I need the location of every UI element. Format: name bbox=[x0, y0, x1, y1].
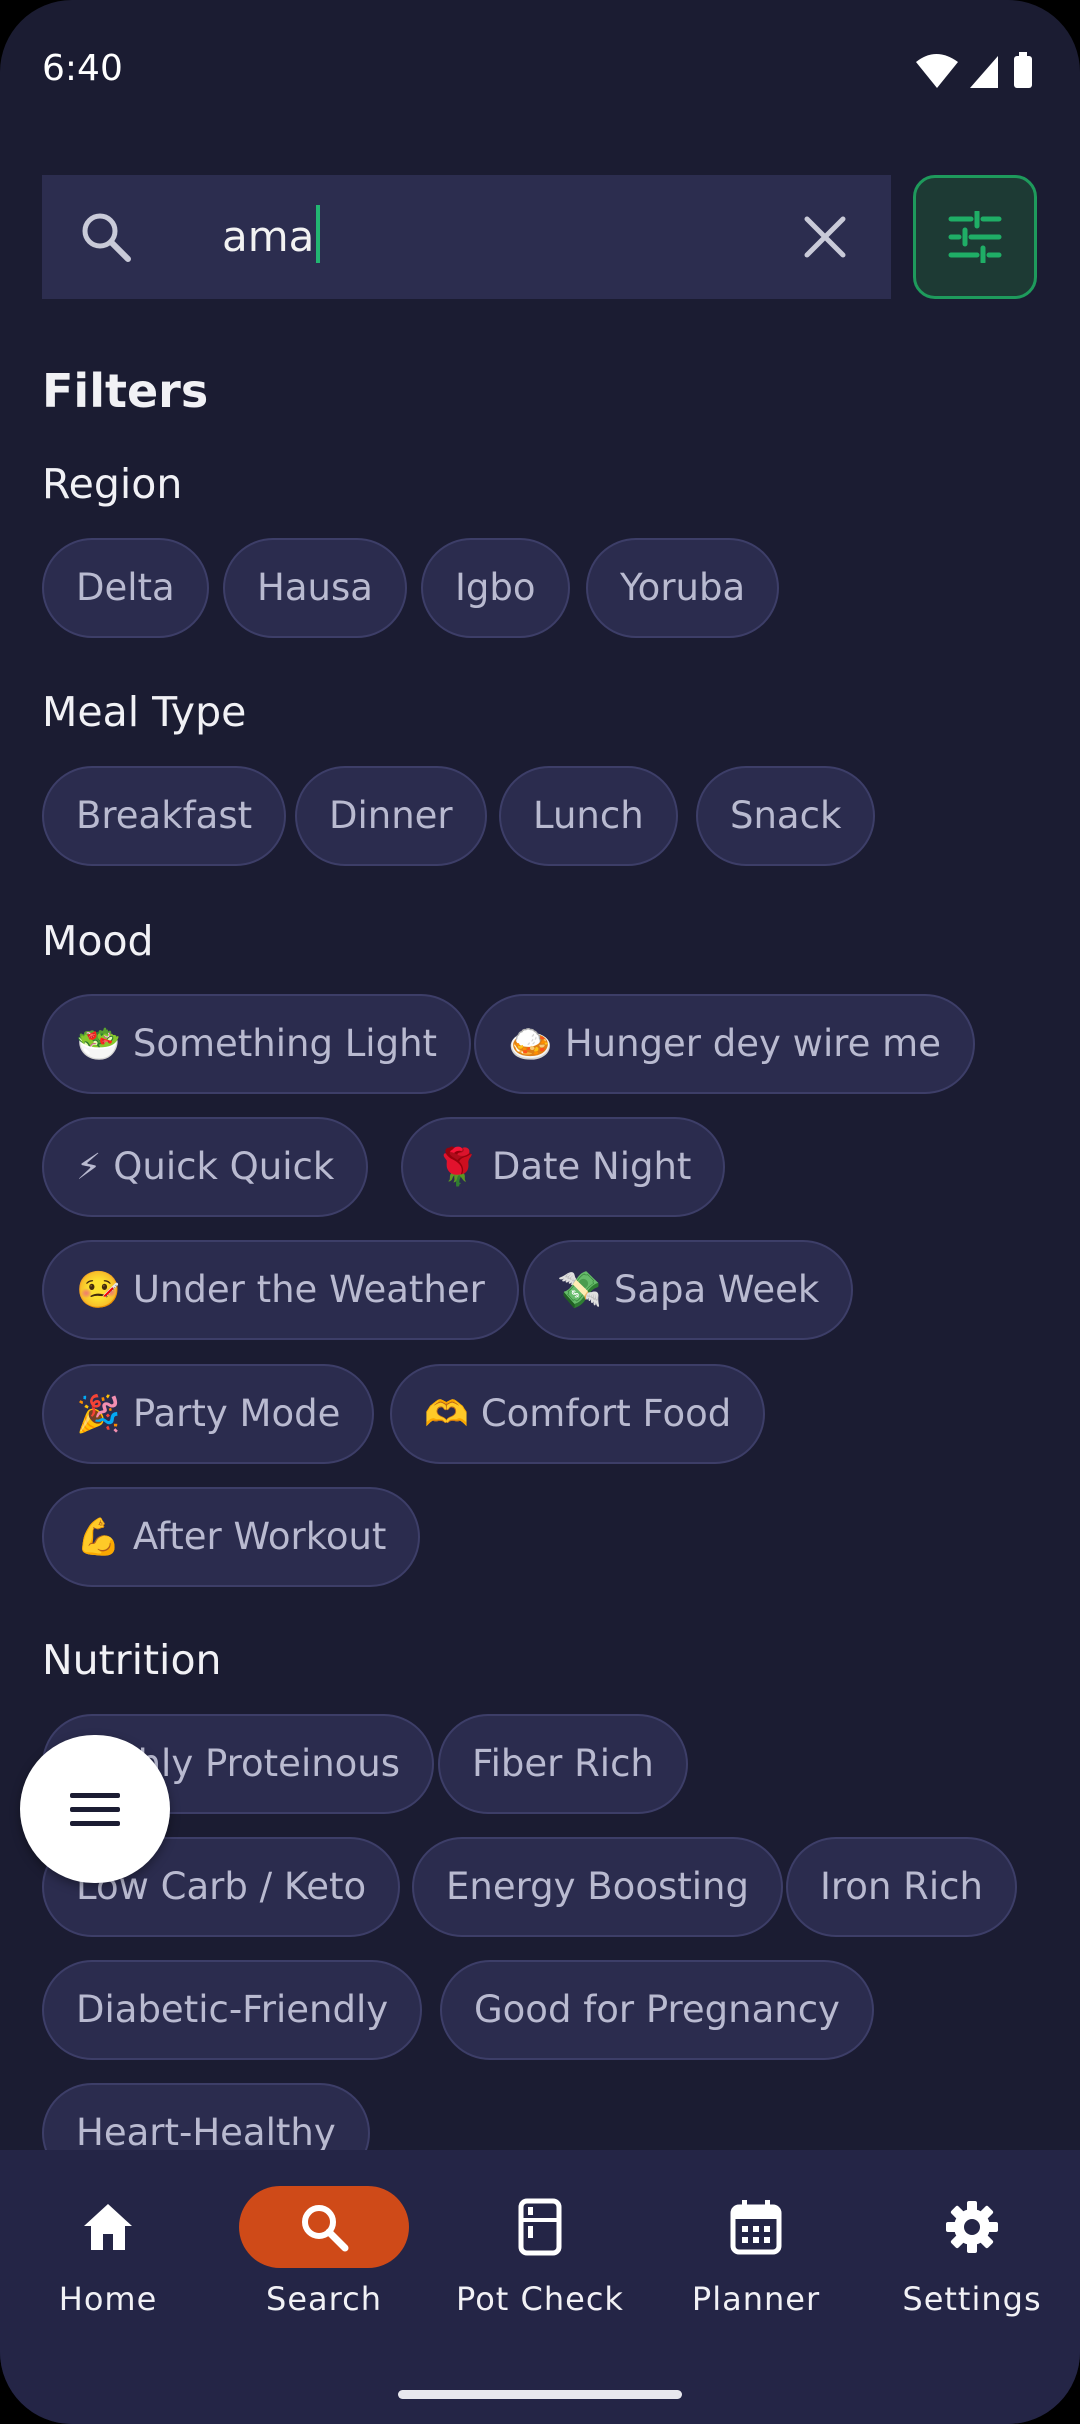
section-label-nutrition: Nutrition bbox=[42, 1636, 222, 1684]
calendar-icon bbox=[730, 2200, 782, 2255]
signal-icon bbox=[970, 56, 998, 88]
chip-nutrition[interactable]: Good for Pregnancy bbox=[440, 1960, 874, 2060]
section-label-mood: Mood bbox=[42, 917, 154, 965]
chip-mood[interactable]: 💪 After Workout bbox=[42, 1487, 421, 1587]
sick-face-icon: 🤒 bbox=[76, 1270, 121, 1311]
chip-nutrition[interactable]: Energy Boosting bbox=[412, 1837, 783, 1937]
chip-nutrition[interactable]: Iron Rich bbox=[786, 1837, 1017, 1937]
chip-meal-type[interactable]: Lunch bbox=[499, 766, 678, 866]
status-bar: 6:40 bbox=[0, 0, 1080, 140]
battery-icon bbox=[1014, 56, 1032, 88]
chip-region[interactable]: Yoruba bbox=[586, 538, 780, 638]
rose-icon: 🌹 bbox=[435, 1147, 480, 1188]
chip-nutrition[interactable]: Fiber Rich bbox=[438, 1714, 688, 1814]
search-query[interactable]: ama bbox=[222, 205, 321, 267]
section-label-meal-type: Meal Type bbox=[42, 688, 247, 736]
search-icon bbox=[82, 213, 131, 262]
text-caret bbox=[316, 205, 321, 263]
chip-region[interactable]: Hausa bbox=[223, 538, 407, 638]
salad-icon: 🥗 bbox=[76, 1024, 121, 1065]
home-indicator[interactable] bbox=[398, 2390, 682, 2399]
nav-label: Pot Check bbox=[456, 2280, 624, 2318]
clear-icon[interactable] bbox=[799, 211, 851, 263]
status-icons bbox=[916, 52, 1032, 88]
nav-label: Planner bbox=[691, 2280, 821, 2318]
filters-title: Filters bbox=[42, 364, 209, 418]
home-icon bbox=[84, 2204, 132, 2250]
fridge-icon bbox=[518, 2198, 562, 2256]
chip-mood[interactable]: 🎉 Party Mode bbox=[42, 1364, 375, 1464]
chip-region[interactable]: Delta bbox=[42, 538, 209, 638]
wifi-icon bbox=[916, 54, 958, 88]
flexed-biceps-icon: 💪 bbox=[76, 1517, 121, 1558]
nav-label: Home bbox=[58, 2280, 158, 2318]
chip-meal-type[interactable]: Breakfast bbox=[42, 766, 287, 866]
status-time: 6:40 bbox=[42, 48, 123, 89]
chip-mood[interactable]: 💸 Sapa Week bbox=[523, 1240, 854, 1340]
nav-label: Search bbox=[266, 2280, 382, 2318]
nav-item-search[interactable]: Search bbox=[216, 2150, 432, 2350]
chip-meal-type[interactable]: Snack bbox=[696, 766, 876, 866]
nav-item-home[interactable]: Home bbox=[0, 2150, 216, 2350]
gear-icon bbox=[946, 2201, 998, 2253]
chip-meal-type[interactable]: Dinner bbox=[295, 766, 487, 866]
filters-panel: Filters Region Delta Hausa Igbo Yoruba M… bbox=[0, 330, 1080, 2150]
nav-label: Settings bbox=[902, 2280, 1042, 2318]
search-input[interactable]: ama bbox=[42, 175, 891, 299]
lightning-icon: ⚡ bbox=[76, 1147, 102, 1188]
curry-rice-icon: 🍛 bbox=[508, 1024, 553, 1065]
menu-fab-button[interactable] bbox=[20, 1735, 170, 1883]
chip-mood[interactable]: ⚡ Quick Quick bbox=[42, 1117, 369, 1217]
chip-nutrition[interactable]: Heart-Healthy bbox=[42, 2083, 370, 2150]
chip-mood[interactable]: 🫶 Comfort Food bbox=[390, 1364, 766, 1464]
chip-mood[interactable]: 🤒 Under the Weather bbox=[42, 1240, 519, 1340]
sliders-icon bbox=[948, 211, 1002, 263]
nav-item-pot-check[interactable]: Pot Check bbox=[432, 2150, 648, 2350]
section-label-region: Region bbox=[42, 460, 183, 508]
chip-mood[interactable]: 🌹 Date Night bbox=[401, 1117, 726, 1217]
chip-mood[interactable]: 🥗 Something Light bbox=[42, 994, 472, 1094]
nav-item-planner[interactable]: Planner bbox=[648, 2150, 864, 2350]
money-wings-icon: 💸 bbox=[557, 1270, 602, 1311]
bottom-nav: Home Search Pot Check Planner Settings bbox=[0, 2150, 1080, 2424]
hamburger-menu-icon bbox=[70, 1793, 120, 1826]
chip-nutrition[interactable]: Diabetic-Friendly bbox=[42, 1960, 423, 2060]
app-screen: 6:40 ama Filters Region Delta Hausa Igbo… bbox=[0, 0, 1080, 2424]
party-popper-icon: 🎉 bbox=[76, 1394, 121, 1435]
filter-toggle-button[interactable] bbox=[913, 175, 1037, 299]
heart-hands-icon: 🫶 bbox=[424, 1394, 469, 1435]
nav-item-settings[interactable]: Settings bbox=[864, 2150, 1080, 2350]
chip-mood[interactable]: 🍛 Hunger dey wire me bbox=[474, 994, 975, 1094]
search-icon bbox=[302, 2205, 349, 2252]
chip-region[interactable]: Igbo bbox=[421, 538, 570, 638]
